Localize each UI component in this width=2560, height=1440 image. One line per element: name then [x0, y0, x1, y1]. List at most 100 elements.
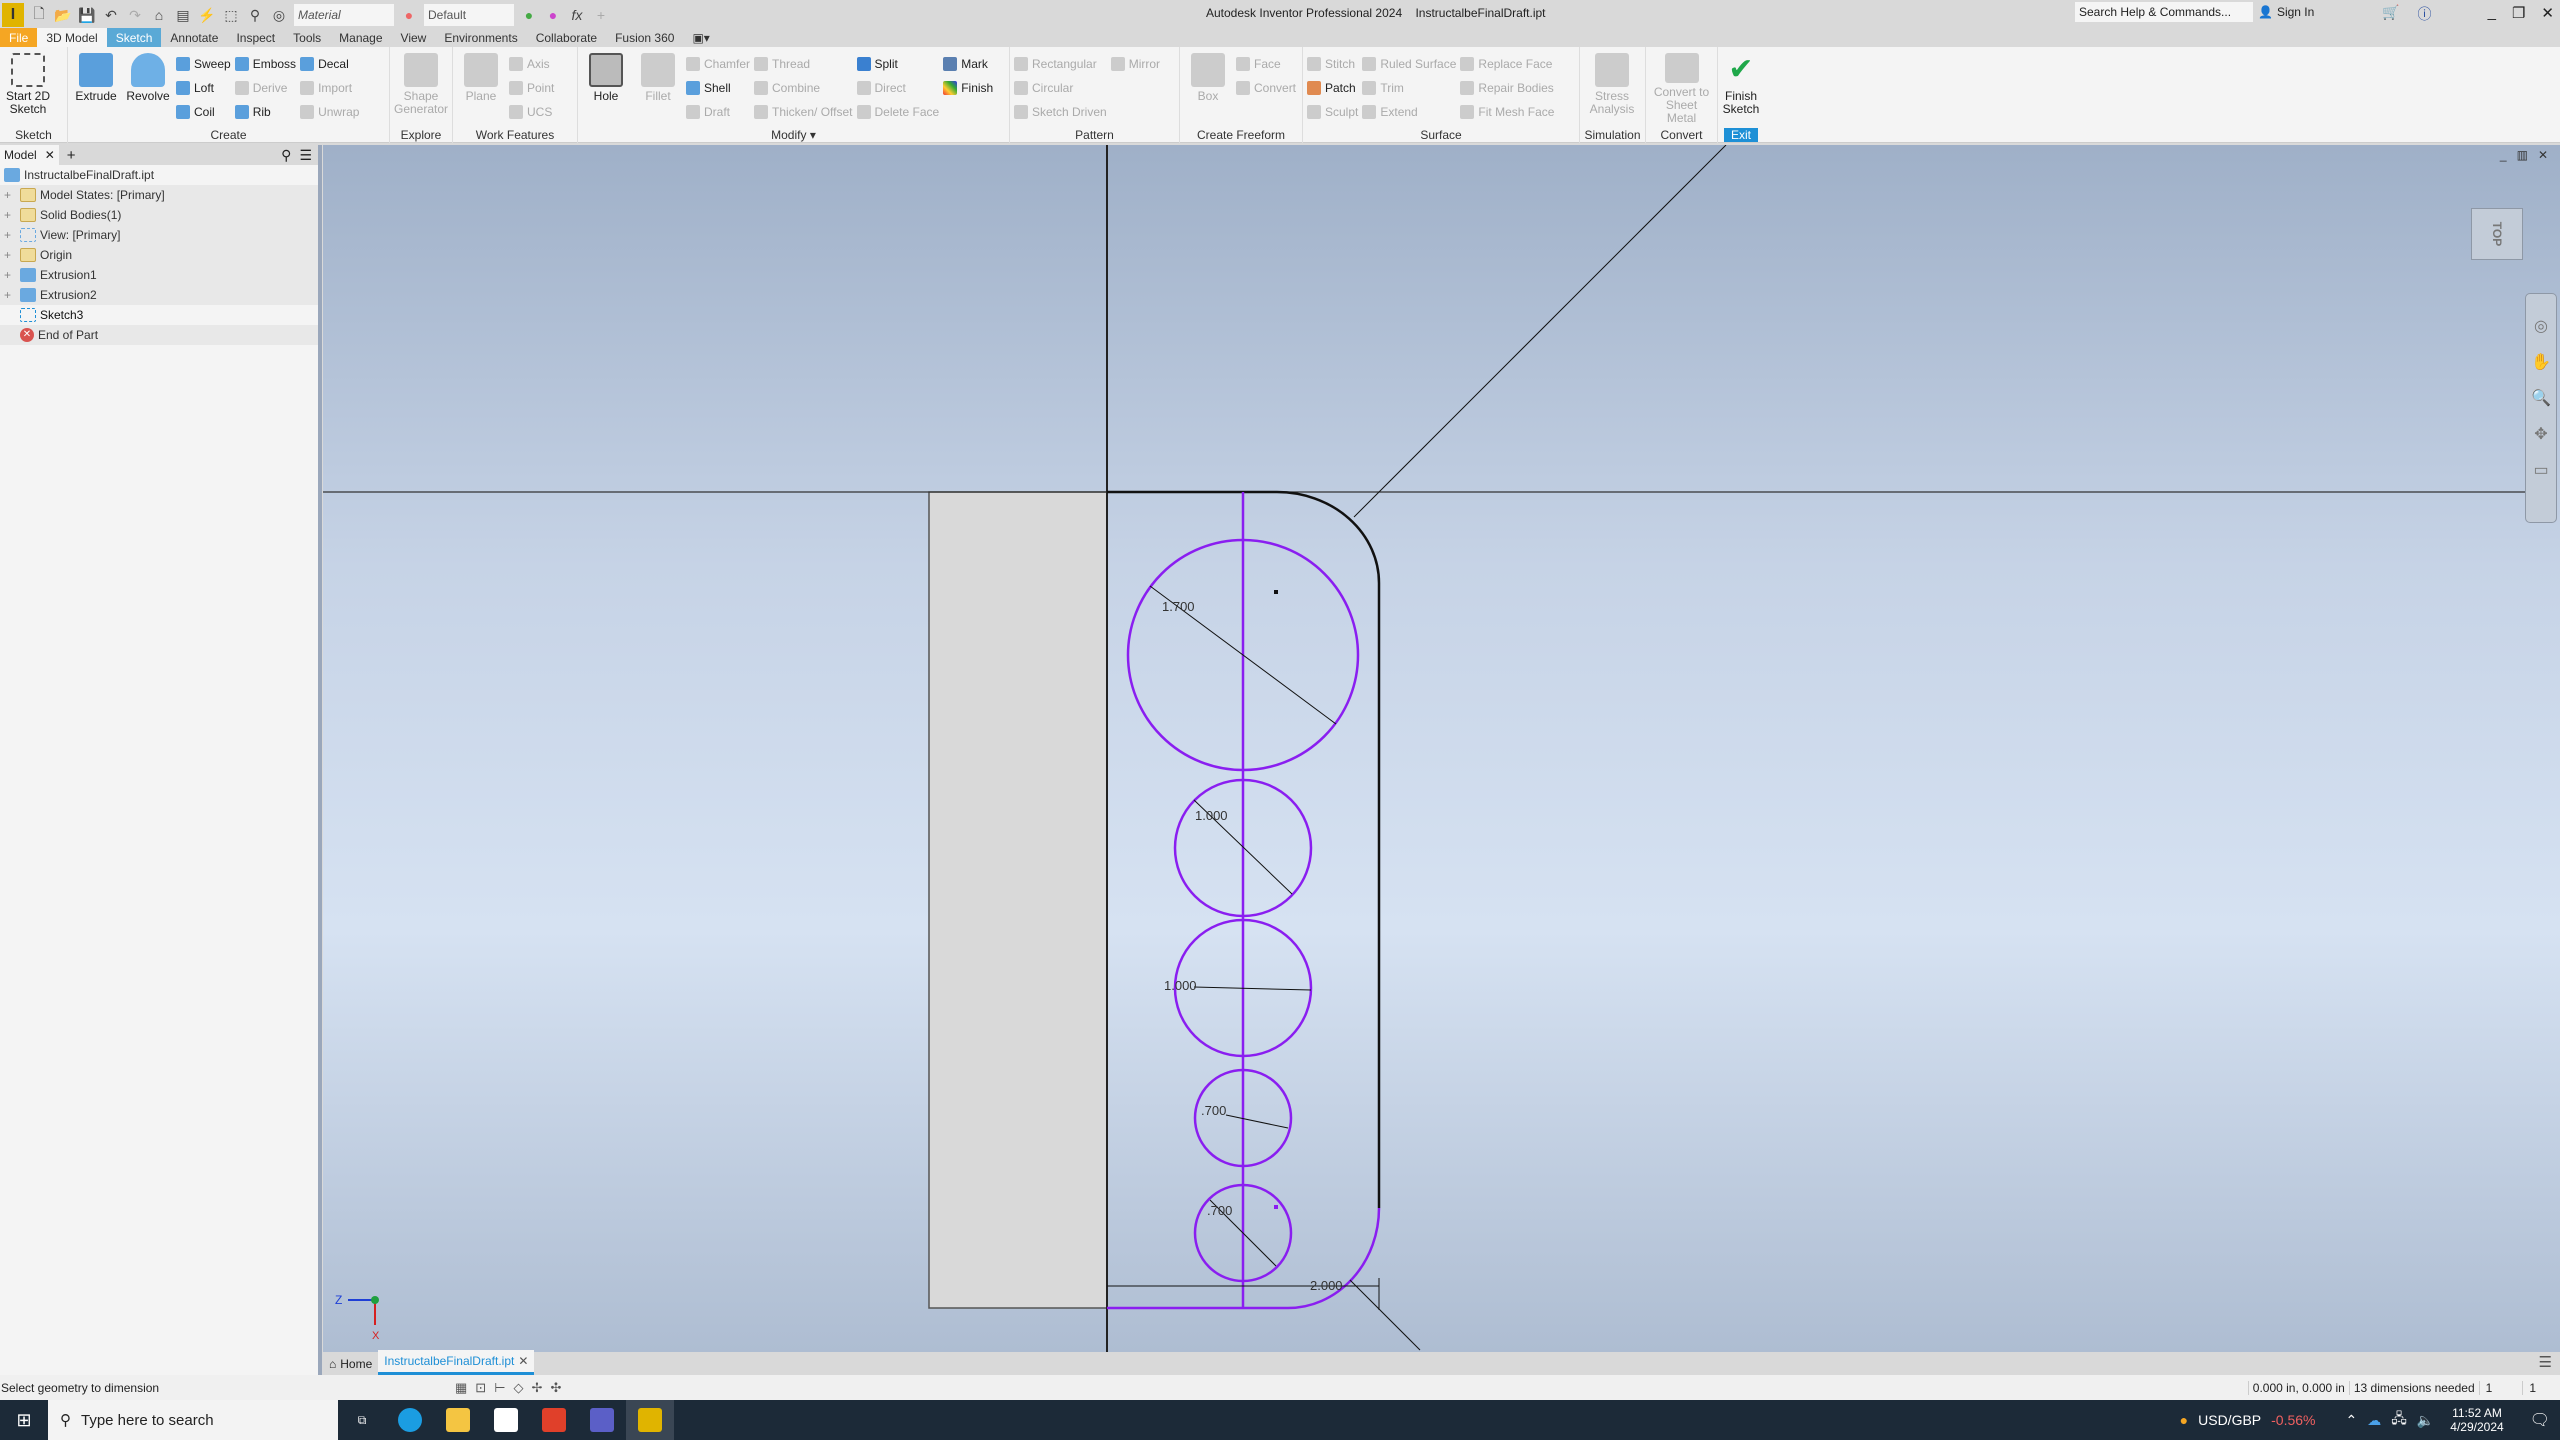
expand-icon[interactable]: + [4, 208, 16, 222]
expand-icon[interactable]: + [4, 228, 16, 242]
project-icon[interactable]: ◇ [514, 1380, 524, 1396]
hole-button[interactable]: Hole [582, 49, 630, 125]
task-view-icon[interactable]: ⧉ [338, 1400, 386, 1440]
start-button[interactable]: ⊞ [0, 1400, 48, 1440]
axis-button[interactable]: Axis [509, 55, 554, 73]
browser-tab-model[interactable]: Model ✕ [0, 145, 59, 165]
derive-button[interactable]: Derive [234, 79, 296, 97]
close-icon[interactable]: ✕ [45, 148, 55, 162]
dimension-1000-a[interactable]: 1.000 [1195, 808, 1228, 823]
delete-face-button[interactable]: Delete Face [856, 103, 939, 121]
zoom-icon[interactable]: 🔍 [2531, 388, 2551, 408]
tab-home[interactable]: ⌂ Home [323, 1353, 378, 1375]
appearance-select[interactable]: Default [424, 4, 514, 26]
patch-button[interactable]: Patch [1307, 79, 1358, 97]
material-select[interactable]: Material [294, 4, 394, 26]
direct-button[interactable]: Direct [856, 79, 940, 97]
start-2d-sketch-button[interactable]: Start 2D Sketch [4, 49, 52, 125]
replace-face-button[interactable]: Replace Face [1460, 55, 1554, 73]
orbit-icon[interactable]: ✥ [2534, 424, 2547, 444]
plus-icon[interactable]: + [592, 6, 610, 24]
inventor-logo[interactable]: I [2, 3, 24, 27]
sketch-canvas[interactable]: 1.700 1.000 1.000 .700 .700 2.000 Z X [323, 145, 2560, 1352]
import-button[interactable]: Import [300, 79, 359, 97]
menu-icon[interactable]: ☰ [299, 147, 318, 164]
decal-button[interactable]: Decal [300, 55, 359, 73]
tab-view[interactable]: View [392, 28, 436, 48]
plane-button[interactable]: Plane [457, 49, 505, 125]
tab-sketch[interactable]: Sketch [106, 28, 162, 48]
tab-manage[interactable]: Manage [330, 28, 391, 48]
emboss-button[interactable]: Emboss [234, 55, 296, 73]
convert-button[interactable]: Convert [1236, 79, 1296, 97]
combine-button[interactable]: Combine [754, 79, 852, 97]
sculpt-button[interactable]: Sculpt [1307, 103, 1358, 121]
split-button[interactable]: Split [856, 55, 940, 73]
sweep-button[interactable]: Sweep [176, 55, 231, 73]
dimension-1700[interactable]: 1.700 [1162, 599, 1195, 614]
restore-button[interactable]: ❐ [2512, 4, 2525, 22]
steering-wheel-icon[interactable]: ◎ [2534, 316, 2548, 336]
panel-label[interactable]: Modify ▾ [578, 128, 1009, 142]
expand-icon[interactable]: + [4, 188, 16, 202]
dimension-width[interactable]: 2.000 [1310, 1278, 1343, 1293]
mirror-button[interactable]: Mirror [1110, 55, 1160, 73]
file-explorer-icon[interactable] [434, 1400, 482, 1440]
tree-node-part[interactable]: InstructalbeFinalDraft.ipt [0, 165, 318, 185]
home-icon[interactable]: ⌂ [150, 6, 168, 24]
menu-icon[interactable]: ☰ [2531, 1353, 2560, 1375]
thread-button[interactable]: Thread [754, 55, 852, 73]
dimension-1000-b[interactable]: 1.000 [1164, 978, 1197, 993]
search-icon[interactable]: ⚲ [281, 147, 299, 164]
look-at-icon[interactable]: ▭ [2533, 460, 2548, 480]
edge-icon[interactable] [386, 1400, 434, 1440]
tab-document[interactable]: InstructalbeFinalDraft.ipt ✕ [378, 1350, 535, 1375]
adjust-appearance-icon[interactable]: ● [520, 6, 538, 24]
viewport-minimize-button[interactable]: _ [2500, 148, 2507, 162]
mark-button[interactable]: Mark [943, 55, 993, 73]
ribbon-options-icon[interactable]: ▣▾ [683, 28, 718, 48]
tree-node-solid-bodies[interactable]: + Solid Bodies(1) [0, 205, 318, 225]
tree-node-sketch3[interactable]: Sketch3 [0, 305, 318, 325]
expand-icon[interactable]: + [4, 248, 16, 262]
loft-button[interactable]: Loft [176, 79, 231, 97]
help-search-input[interactable]: Search Help & Commands... [2075, 2, 2253, 22]
coil-button[interactable]: Coil [176, 103, 231, 121]
viewport-close-button[interactable]: ✕ [2538, 148, 2548, 162]
extrude-button[interactable]: Extrude [72, 49, 120, 125]
clock[interactable]: 11:52 AM 4/29/2024 [2450, 1406, 2503, 1434]
tree-node-origin[interactable]: + Origin [0, 245, 318, 265]
stress-analysis-button[interactable]: Stress Analysis [1584, 49, 1640, 125]
shape-generator-button[interactable]: Shape Generator [394, 49, 448, 125]
inventor-taskbar-icon[interactable] [626, 1400, 674, 1440]
tab-inspect[interactable]: Inspect [227, 28, 284, 48]
ruled-surface-button[interactable]: Ruled Surface [1362, 55, 1456, 73]
new-icon[interactable]: 🗋 [30, 5, 48, 24]
face-button[interactable]: Face [1236, 55, 1296, 73]
finish-button[interactable]: Finish [943, 79, 993, 97]
dimension-700-a[interactable]: .700 [1201, 1103, 1226, 1118]
sketch-point[interactable] [1274, 1205, 1278, 1209]
clear-appearance-icon[interactable]: ● [544, 6, 562, 24]
measure-icon[interactable]: ⚲ [246, 6, 264, 24]
parameters-icon[interactable]: fx [568, 6, 586, 24]
convert-sheet-metal-button[interactable]: Convert to Sheet Metal [1650, 49, 1713, 125]
redo-icon[interactable]: ↷ [126, 6, 144, 24]
open-icon[interactable]: 📂 [54, 6, 72, 24]
grid-icon[interactable]: ▦ [455, 1380, 467, 1396]
fit-mesh-face-button[interactable]: Fit Mesh Face [1460, 103, 1554, 121]
tab-tools[interactable]: Tools [284, 28, 330, 48]
revolve-button[interactable]: Revolve [124, 49, 172, 125]
volume-icon[interactable]: 🔈 [2417, 1412, 2434, 1429]
fillet-button[interactable]: Fillet [634, 49, 682, 125]
onedrive-icon[interactable]: ☁ [2367, 1412, 2381, 1429]
save-icon[interactable]: 💾 [78, 6, 96, 24]
update-icon[interactable]: ⚡ [198, 6, 216, 24]
cart-icon[interactable]: 🛒 [2382, 4, 2399, 24]
close-button[interactable]: ✕ [2541, 4, 2554, 22]
app-red-icon[interactable] [530, 1400, 578, 1440]
tab-environments[interactable]: Environments [435, 28, 526, 48]
minimize-button[interactable]: _ [2488, 4, 2496, 22]
notifications-icon[interactable]: 🗨 [2530, 1410, 2550, 1430]
unwrap-button[interactable]: Unwrap [300, 103, 359, 121]
